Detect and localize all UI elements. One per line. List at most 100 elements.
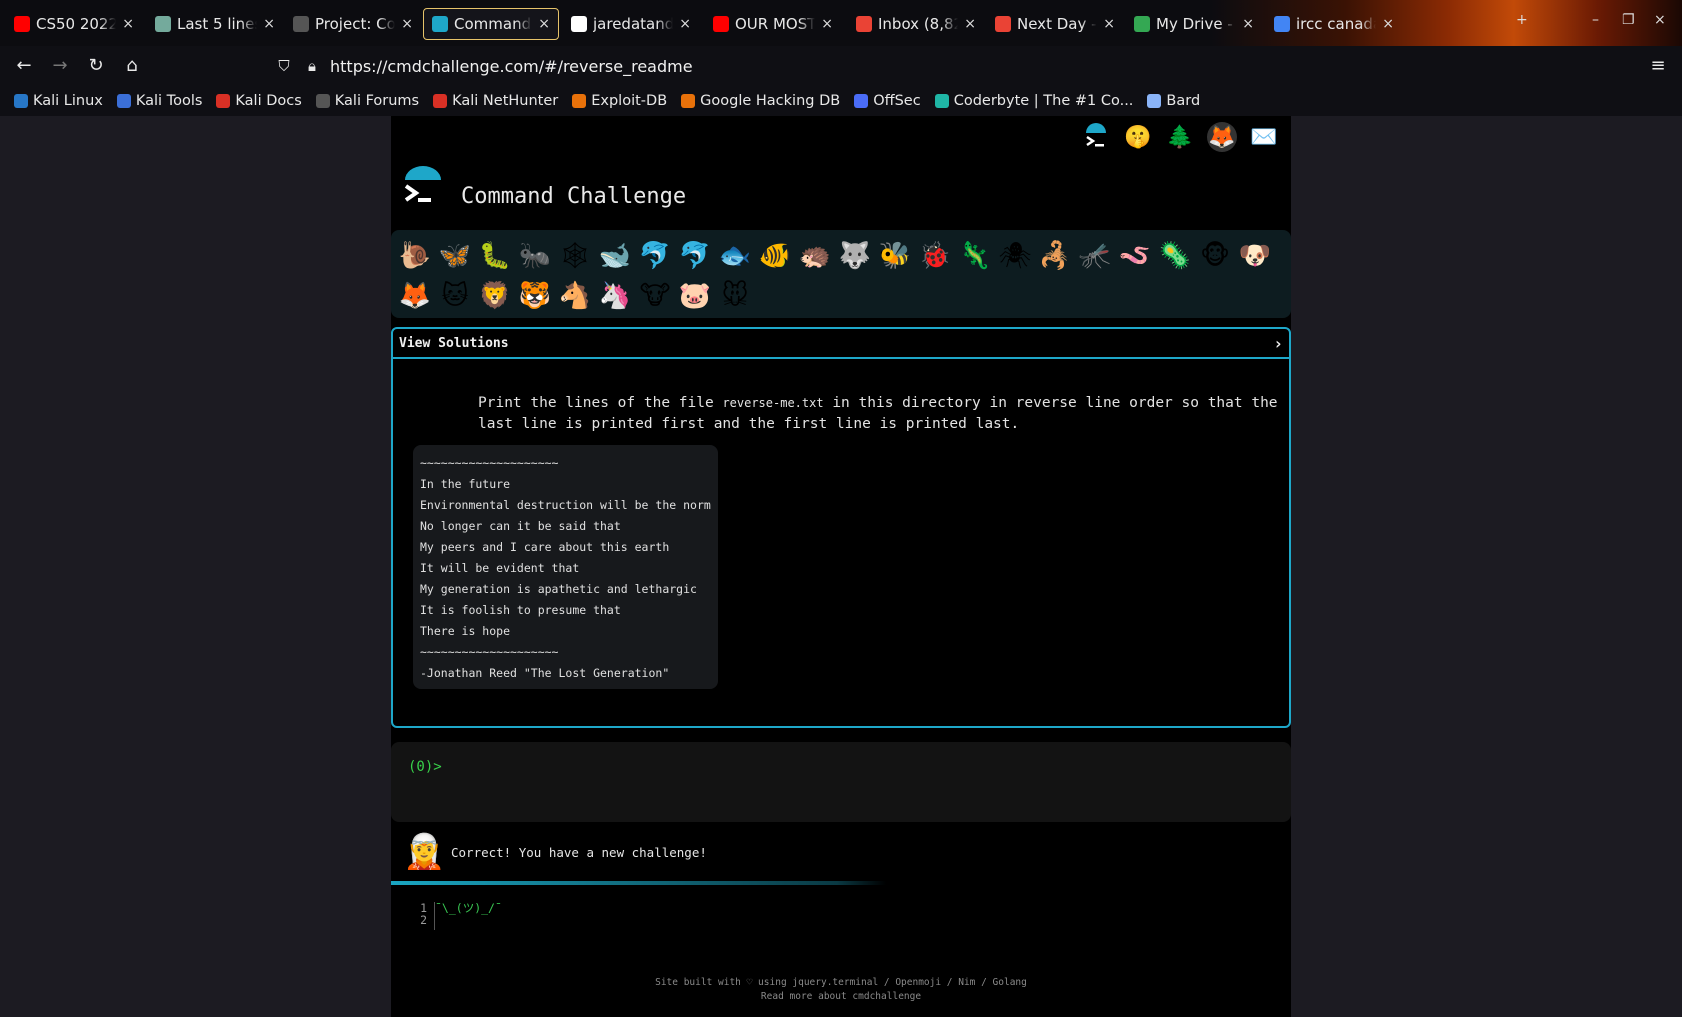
challenge-10-icon[interactable]: 🐠 [755, 236, 795, 276]
challenge-29-icon[interactable]: 🐮 [635, 276, 675, 316]
challenge-21-icon[interactable]: 🐵 [1195, 236, 1235, 276]
bookmark-label: Coderbyte | The #1 Co... [953, 93, 1134, 109]
tab-8[interactable]: My Drive - Go × [1126, 8, 1262, 40]
menu-icon[interactable]: ≡ [1646, 54, 1670, 78]
bookmark-item[interactable]: Exploit-DB [572, 93, 667, 109]
challenge-8-icon[interactable]: 🐬 [675, 236, 715, 276]
tab-title: CS50 2022 - L [36, 15, 117, 33]
tab-4[interactable]: jaredatandi/co × [563, 8, 699, 40]
bookmark-icon [934, 94, 949, 108]
close-tab-icon[interactable]: × [679, 16, 691, 32]
challenge-15-icon[interactable]: 🦎 [955, 236, 995, 276]
challenge-13-icon[interactable]: 🐝 [875, 236, 915, 276]
bookmark-item[interactable]: Bard [1147, 93, 1200, 109]
bookmark-label: Kali NetHunter [452, 93, 559, 109]
tab-5[interactable]: OUR MOST IN × [705, 8, 841, 40]
footer-read-more-link[interactable]: Read more about cmdchallenge [391, 990, 1291, 1004]
tab-9[interactable]: ircc canada vi × [1266, 8, 1402, 40]
close-tab-icon[interactable]: × [122, 16, 134, 32]
challenge-5-icon[interactable]: 🕸 [555, 236, 595, 276]
bookmark-label: Exploit-DB [591, 93, 668, 109]
tab-7[interactable]: Next Day - IM × [987, 8, 1123, 40]
close-tab-icon[interactable]: × [1103, 16, 1115, 32]
close-tab-icon[interactable]: × [964, 16, 976, 32]
challenge-14-icon[interactable]: 🐞 [915, 236, 955, 276]
challenge-9-icon[interactable]: 🐟 [715, 236, 755, 276]
new-tab-icon[interactable]: + [1516, 12, 1528, 28]
bookmark-item[interactable]: Kali Docs [216, 93, 302, 109]
challenge-20-icon[interactable]: 🦠 [1155, 236, 1195, 276]
tab-0[interactable]: CS50 2022 - L × [6, 8, 142, 40]
challenge-27-icon[interactable]: 🐴 [555, 276, 595, 316]
challenge-18-icon[interactable]: 🦟 [1075, 236, 1115, 276]
challenge-2-icon[interactable]: 🦋 [435, 236, 475, 276]
minimize-icon[interactable]: – [1592, 12, 1599, 28]
chevron-right-icon: › [1273, 333, 1283, 353]
file-line: It is foolish to presume that [420, 603, 621, 617]
bookmark-item[interactable]: Kali Forums [315, 93, 420, 109]
envelope-icon[interactable]: ✉️ [1249, 122, 1279, 152]
terminal-prompt: (0)> [408, 759, 442, 775]
close-tab-icon[interactable]: × [538, 16, 550, 32]
close-window-icon[interactable]: × [1654, 12, 1666, 28]
bookmark-item[interactable]: Kali Tools [116, 93, 202, 109]
bookmark-item[interactable]: Coderbyte | The #1 Co... [934, 93, 1134, 109]
challenge-23-icon[interactable]: 🦊 [395, 276, 435, 316]
challenge-7-icon[interactable]: 🐬 [635, 236, 675, 276]
challenge-12-icon[interactable]: 🐺 [835, 236, 875, 276]
challenge-picker: 🐌 🦋 🐛 🐜 🕸 🐋 🐬 🐬 🐟 🐠 🦔 🐺 🐝 🐞 🦎 🕷 🦂 🦟 🪱 🦠 🐵 🐶 🦊 🐱 🦁 🐯 🐴 🦄 🐮 🐷 🐭 [391, 230, 1291, 318]
challenge-30-icon[interactable]: 🐷 [675, 276, 715, 316]
bookmark-icon [216, 94, 231, 108]
challenge-16-icon[interactable]: 🕷 [995, 236, 1035, 276]
home-icon[interactable]: ⌂ [120, 54, 144, 78]
close-tab-icon[interactable]: × [263, 16, 275, 32]
forward-icon[interactable]: → [48, 54, 72, 78]
gmail-icon [856, 16, 872, 32]
bookmark-icon [854, 94, 869, 108]
close-tab-icon[interactable]: × [1242, 16, 1254, 32]
challenge-4-icon[interactable]: 🐜 [515, 236, 555, 276]
file-line: There is hope [420, 624, 511, 638]
shield-icon[interactable]: ⛉ [272, 54, 296, 78]
challenge-6-icon[interactable]: 🐋 [595, 236, 635, 276]
challenge-19-icon[interactable]: 🪱 [1115, 236, 1155, 276]
close-tab-icon[interactable]: × [1382, 16, 1394, 32]
bookmark-item[interactable]: Google Hacking DB [681, 93, 840, 109]
close-tab-icon[interactable]: × [821, 16, 833, 32]
challenge-1-icon[interactable]: 🐌 [395, 236, 435, 276]
challenge-17-icon[interactable]: 🦂 [1035, 236, 1075, 276]
file-line: It will be evident that [420, 561, 580, 575]
tree-icon[interactable]: 🌲 [1165, 122, 1195, 152]
progress-fill [391, 881, 886, 885]
back-icon[interactable]: ← [12, 54, 36, 78]
bookmark-item[interactable]: OffSec [854, 93, 921, 109]
bookmark-item[interactable]: Kali Linux [14, 93, 103, 109]
challenge-31-icon[interactable]: 🐭 [715, 276, 755, 316]
challenge-28-icon[interactable]: 🦄 [595, 276, 635, 316]
url-bar[interactable]: https://cmdchallenge.com/#/reverse_readm… [330, 54, 693, 80]
hushed-face-icon[interactable]: 🤫 [1123, 122, 1153, 152]
challenge-22-icon[interactable]: 🐶 [1235, 236, 1275, 276]
challenge-3-icon[interactable]: 🐛 [475, 236, 515, 276]
bookmark-item[interactable]: Kali NetHunter [433, 93, 558, 109]
reload-icon[interactable]: ↻ [84, 54, 108, 78]
challenge-11-icon[interactable]: 🦔 [795, 236, 835, 276]
tab-2[interactable]: Project: Comm × [285, 8, 421, 40]
lock-icon[interactable]: 🔒︎ [300, 54, 324, 78]
tab-title: Next Day - IM [1017, 15, 1097, 33]
view-solutions-toggle[interactable]: View Solutions › [393, 329, 1289, 359]
terminal[interactable]: (0)> [391, 742, 1291, 822]
challenge-25-icon[interactable]: 🦁 [475, 276, 515, 316]
bookmark-label: Kali Forums [334, 93, 420, 109]
file-line: ~~~~~~~~~~~~~~~~~~~~ [420, 645, 559, 659]
restore-icon[interactable]: ❐ [1622, 12, 1635, 28]
tab-3[interactable]: Command Cha × [423, 8, 559, 40]
challenge-26-icon[interactable]: 🐯 [515, 276, 555, 316]
challenge-24-icon[interactable]: 🐱 [435, 276, 475, 316]
file-line: My generation is apathetic and lethargic [420, 582, 697, 596]
tab-1[interactable]: Last 5 lines pri × [147, 8, 283, 40]
terminal-logo-icon[interactable] [1081, 122, 1111, 152]
tab-6[interactable]: Inbox (8,821) - × [848, 8, 984, 40]
gitlab-icon[interactable]: 🦊 [1207, 122, 1237, 152]
close-tab-icon[interactable]: × [401, 16, 413, 32]
